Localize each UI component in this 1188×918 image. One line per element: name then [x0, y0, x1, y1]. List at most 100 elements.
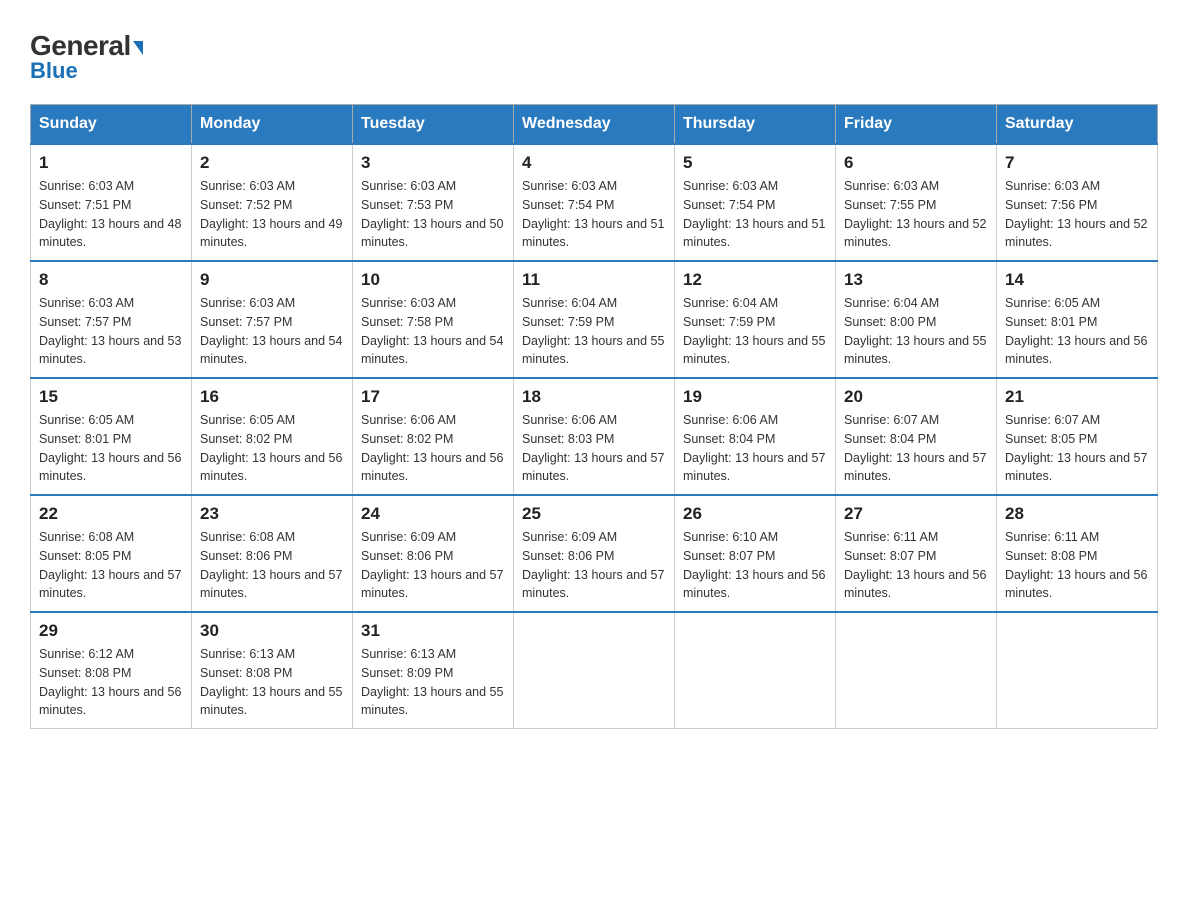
day-number: 12	[683, 270, 827, 290]
day-number: 30	[200, 621, 344, 641]
calendar-cell: 18 Sunrise: 6:06 AM Sunset: 8:03 PM Dayl…	[514, 378, 675, 495]
calendar-cell: 10 Sunrise: 6:03 AM Sunset: 7:58 PM Dayl…	[353, 261, 514, 378]
day-number: 28	[1005, 504, 1149, 524]
day-number: 25	[522, 504, 666, 524]
day-number: 10	[361, 270, 505, 290]
day-info: Sunrise: 6:10 AM Sunset: 8:07 PM Dayligh…	[683, 528, 827, 603]
calendar-cell: 27 Sunrise: 6:11 AM Sunset: 8:07 PM Dayl…	[836, 495, 997, 612]
day-info: Sunrise: 6:03 AM Sunset: 7:51 PM Dayligh…	[39, 177, 183, 252]
day-info: Sunrise: 6:13 AM Sunset: 8:09 PM Dayligh…	[361, 645, 505, 720]
day-info: Sunrise: 6:05 AM Sunset: 8:01 PM Dayligh…	[39, 411, 183, 486]
calendar-cell: 28 Sunrise: 6:11 AM Sunset: 8:08 PM Dayl…	[997, 495, 1158, 612]
day-number: 17	[361, 387, 505, 407]
calendar-cell: 15 Sunrise: 6:05 AM Sunset: 8:01 PM Dayl…	[31, 378, 192, 495]
day-info: Sunrise: 6:03 AM Sunset: 7:57 PM Dayligh…	[39, 294, 183, 369]
week-row-5: 29 Sunrise: 6:12 AM Sunset: 8:08 PM Dayl…	[31, 612, 1158, 729]
day-number: 15	[39, 387, 183, 407]
week-row-1: 1 Sunrise: 6:03 AM Sunset: 7:51 PM Dayli…	[31, 144, 1158, 261]
logo-blue-text: Blue	[30, 58, 78, 84]
calendar-cell: 20 Sunrise: 6:07 AM Sunset: 8:04 PM Dayl…	[836, 378, 997, 495]
day-number: 8	[39, 270, 183, 290]
day-info: Sunrise: 6:06 AM Sunset: 8:02 PM Dayligh…	[361, 411, 505, 486]
day-info: Sunrise: 6:07 AM Sunset: 8:05 PM Dayligh…	[1005, 411, 1149, 486]
day-number: 6	[844, 153, 988, 173]
day-info: Sunrise: 6:03 AM Sunset: 7:56 PM Dayligh…	[1005, 177, 1149, 252]
weekday-header-row: SundayMondayTuesdayWednesdayThursdayFrid…	[31, 105, 1158, 145]
calendar-cell: 24 Sunrise: 6:09 AM Sunset: 8:06 PM Dayl…	[353, 495, 514, 612]
weekday-header-thursday: Thursday	[675, 105, 836, 145]
day-number: 5	[683, 153, 827, 173]
day-info: Sunrise: 6:04 AM Sunset: 7:59 PM Dayligh…	[683, 294, 827, 369]
weekday-header-saturday: Saturday	[997, 105, 1158, 145]
day-number: 31	[361, 621, 505, 641]
day-info: Sunrise: 6:08 AM Sunset: 8:06 PM Dayligh…	[200, 528, 344, 603]
weekday-header-tuesday: Tuesday	[353, 105, 514, 145]
day-number: 24	[361, 504, 505, 524]
day-number: 23	[200, 504, 344, 524]
weekday-header-friday: Friday	[836, 105, 997, 145]
calendar-cell: 14 Sunrise: 6:05 AM Sunset: 8:01 PM Dayl…	[997, 261, 1158, 378]
day-info: Sunrise: 6:03 AM Sunset: 7:54 PM Dayligh…	[683, 177, 827, 252]
calendar-cell: 9 Sunrise: 6:03 AM Sunset: 7:57 PM Dayli…	[192, 261, 353, 378]
day-number: 20	[844, 387, 988, 407]
weekday-header-wednesday: Wednesday	[514, 105, 675, 145]
day-info: Sunrise: 6:13 AM Sunset: 8:08 PM Dayligh…	[200, 645, 344, 720]
day-number: 1	[39, 153, 183, 173]
day-number: 2	[200, 153, 344, 173]
day-info: Sunrise: 6:03 AM Sunset: 7:55 PM Dayligh…	[844, 177, 988, 252]
day-number: 16	[200, 387, 344, 407]
day-info: Sunrise: 6:05 AM Sunset: 8:01 PM Dayligh…	[1005, 294, 1149, 369]
calendar-cell: 8 Sunrise: 6:03 AM Sunset: 7:57 PM Dayli…	[31, 261, 192, 378]
week-row-4: 22 Sunrise: 6:08 AM Sunset: 8:05 PM Dayl…	[31, 495, 1158, 612]
day-info: Sunrise: 6:07 AM Sunset: 8:04 PM Dayligh…	[844, 411, 988, 486]
calendar-cell: 12 Sunrise: 6:04 AM Sunset: 7:59 PM Dayl…	[675, 261, 836, 378]
week-row-2: 8 Sunrise: 6:03 AM Sunset: 7:57 PM Dayli…	[31, 261, 1158, 378]
calendar-cell	[997, 612, 1158, 729]
day-info: Sunrise: 6:06 AM Sunset: 8:04 PM Dayligh…	[683, 411, 827, 486]
day-info: Sunrise: 6:03 AM Sunset: 7:52 PM Dayligh…	[200, 177, 344, 252]
day-number: 18	[522, 387, 666, 407]
calendar-cell: 11 Sunrise: 6:04 AM Sunset: 7:59 PM Dayl…	[514, 261, 675, 378]
day-number: 11	[522, 270, 666, 290]
calendar-cell	[675, 612, 836, 729]
calendar-cell: 4 Sunrise: 6:03 AM Sunset: 7:54 PM Dayli…	[514, 144, 675, 261]
day-info: Sunrise: 6:06 AM Sunset: 8:03 PM Dayligh…	[522, 411, 666, 486]
day-info: Sunrise: 6:11 AM Sunset: 8:08 PM Dayligh…	[1005, 528, 1149, 603]
calendar-cell: 26 Sunrise: 6:10 AM Sunset: 8:07 PM Dayl…	[675, 495, 836, 612]
day-number: 4	[522, 153, 666, 173]
calendar-cell: 3 Sunrise: 6:03 AM Sunset: 7:53 PM Dayli…	[353, 144, 514, 261]
day-number: 21	[1005, 387, 1149, 407]
calendar-cell: 19 Sunrise: 6:06 AM Sunset: 8:04 PM Dayl…	[675, 378, 836, 495]
day-number: 9	[200, 270, 344, 290]
page-header: General Blue	[30, 30, 1158, 84]
day-number: 7	[1005, 153, 1149, 173]
day-number: 22	[39, 504, 183, 524]
calendar-cell: 6 Sunrise: 6:03 AM Sunset: 7:55 PM Dayli…	[836, 144, 997, 261]
day-info: Sunrise: 6:03 AM Sunset: 7:54 PM Dayligh…	[522, 177, 666, 252]
calendar-cell: 29 Sunrise: 6:12 AM Sunset: 8:08 PM Dayl…	[31, 612, 192, 729]
day-number: 26	[683, 504, 827, 524]
calendar-cell: 23 Sunrise: 6:08 AM Sunset: 8:06 PM Dayl…	[192, 495, 353, 612]
calendar-cell	[514, 612, 675, 729]
week-row-3: 15 Sunrise: 6:05 AM Sunset: 8:01 PM Dayl…	[31, 378, 1158, 495]
calendar-cell: 2 Sunrise: 6:03 AM Sunset: 7:52 PM Dayli…	[192, 144, 353, 261]
day-number: 29	[39, 621, 183, 641]
calendar-cell: 13 Sunrise: 6:04 AM Sunset: 8:00 PM Dayl…	[836, 261, 997, 378]
day-number: 13	[844, 270, 988, 290]
day-info: Sunrise: 6:09 AM Sunset: 8:06 PM Dayligh…	[522, 528, 666, 603]
calendar-cell: 7 Sunrise: 6:03 AM Sunset: 7:56 PM Dayli…	[997, 144, 1158, 261]
day-info: Sunrise: 6:04 AM Sunset: 8:00 PM Dayligh…	[844, 294, 988, 369]
logo: General Blue	[30, 30, 143, 84]
day-number: 14	[1005, 270, 1149, 290]
day-info: Sunrise: 6:03 AM Sunset: 7:58 PM Dayligh…	[361, 294, 505, 369]
calendar-cell: 17 Sunrise: 6:06 AM Sunset: 8:02 PM Dayl…	[353, 378, 514, 495]
calendar-cell: 21 Sunrise: 6:07 AM Sunset: 8:05 PM Dayl…	[997, 378, 1158, 495]
calendar-table: SundayMondayTuesdayWednesdayThursdayFrid…	[30, 104, 1158, 729]
day-info: Sunrise: 6:05 AM Sunset: 8:02 PM Dayligh…	[200, 411, 344, 486]
calendar-cell: 31 Sunrise: 6:13 AM Sunset: 8:09 PM Dayl…	[353, 612, 514, 729]
weekday-header-sunday: Sunday	[31, 105, 192, 145]
day-info: Sunrise: 6:12 AM Sunset: 8:08 PM Dayligh…	[39, 645, 183, 720]
day-number: 3	[361, 153, 505, 173]
day-info: Sunrise: 6:03 AM Sunset: 7:57 PM Dayligh…	[200, 294, 344, 369]
calendar-cell: 5 Sunrise: 6:03 AM Sunset: 7:54 PM Dayli…	[675, 144, 836, 261]
